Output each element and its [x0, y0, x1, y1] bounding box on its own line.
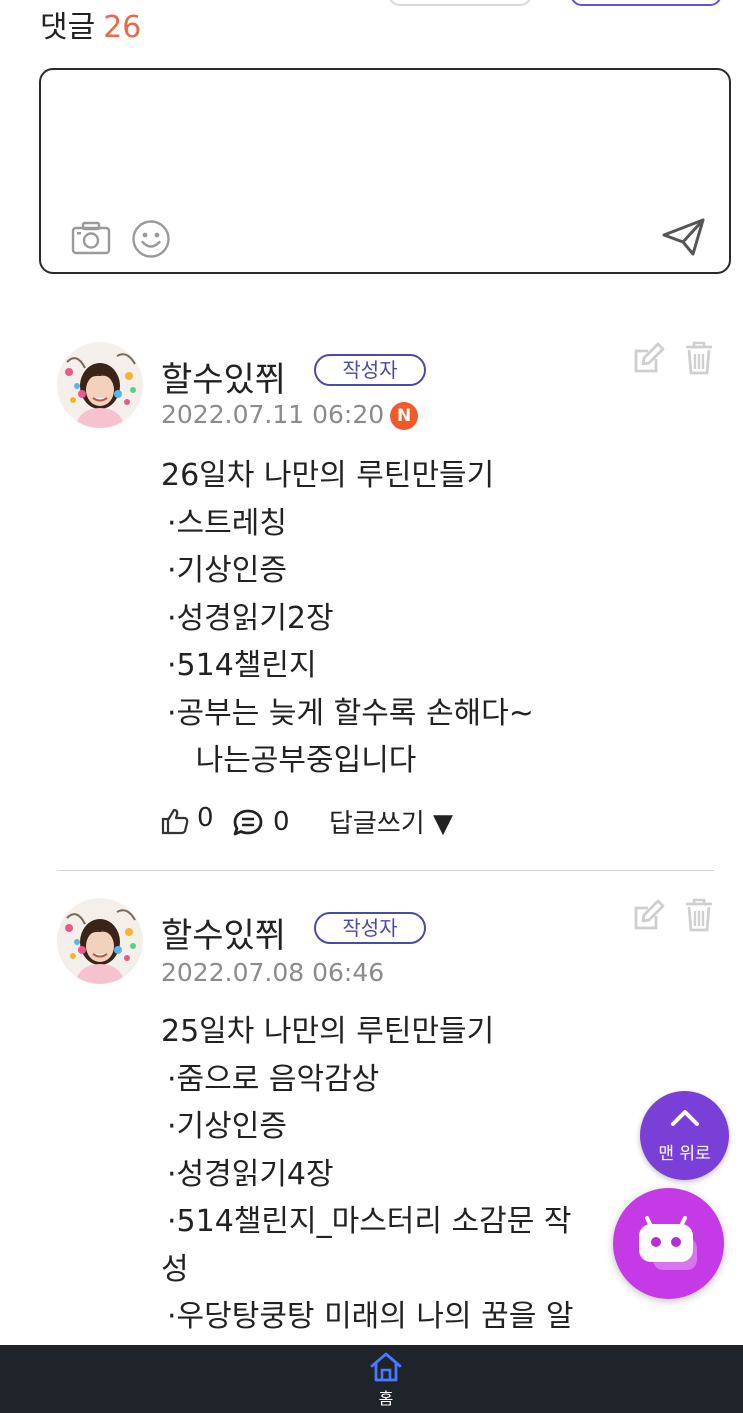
comment-nickname[interactable]: 할수있쮜 — [161, 352, 286, 401]
comment-line: ·514챌린지 — [167, 648, 317, 683]
comment-line: ·줌으로 음악감상 — [167, 1061, 380, 1097]
comment-line: ·성경읽기4장 — [167, 1156, 334, 1192]
emoji-icon[interactable] — [131, 219, 171, 263]
comment-input[interactable] — [57, 84, 711, 218]
comment-body: 25일차 나만의 루틴만들기 ·줌으로 음악감상 ·기상인증 ·성경읽기4장 ·… — [161, 1008, 573, 1341]
comment-line: 26일차 나만의 루틴만들기 — [161, 458, 495, 493]
edit-icon[interactable] — [631, 342, 665, 380]
like-count: 0 — [197, 803, 214, 833]
comment-line: 나는공부중입니다 — [167, 743, 417, 778]
robot-icon — [633, 1210, 705, 1280]
author-badge: 작성자 — [314, 354, 426, 386]
sort-button-partial[interactable] — [388, 0, 532, 6]
comment-line: ·기상인증 — [167, 553, 287, 588]
comments-count: 26 — [103, 10, 142, 45]
comment-line: ·기상인증 — [167, 1109, 287, 1144]
comment-line: ·우당탕쿵탕 미래의 나의 꿈을 알 — [167, 1299, 574, 1334]
avatar[interactable] — [57, 898, 143, 984]
avatar[interactable] — [57, 342, 143, 428]
action-button-partial[interactable] — [570, 0, 722, 6]
comments-label: 댓글 — [40, 10, 96, 45]
chevron-up-icon — [668, 1105, 702, 1133]
like-icon[interactable] — [160, 806, 190, 843]
comment-line: 성 — [161, 1251, 189, 1287]
comment-line: ·공부는 늦게 할수록 손해다~ — [167, 695, 534, 731]
comment-line: ·성경읽기2장 — [167, 600, 334, 636]
home-icon — [369, 1351, 403, 1387]
comment-line: 25일차 나만의 루틴만들기 — [161, 1014, 495, 1049]
new-badge: N — [390, 402, 419, 430]
comment-count-header: 댓글 26 — [40, 2, 141, 46]
comment-nickname[interactable]: 할수있쮜 — [161, 908, 286, 957]
bottom-nav: 홈 — [0, 1345, 743, 1413]
edit-icon[interactable] — [631, 899, 665, 937]
comment-date: 2022.07.11 06:20 N — [161, 400, 419, 430]
reply-write-button[interactable]: 답글쓰기 ▼ — [329, 803, 453, 840]
nav-home-tab[interactable]: 홈 — [356, 1345, 416, 1413]
trash-icon[interactable] — [684, 340, 714, 380]
reply-count: 0 — [273, 807, 290, 837]
author-badge: 작성자 — [314, 912, 426, 944]
nav-home-label: 홈 — [378, 1389, 394, 1408]
comment-line: ·스트레칭 — [167, 505, 287, 541]
send-icon[interactable] — [661, 216, 707, 262]
comment-body: 26일차 나만의 루틴만들기 ·스트레칭 ·기상인증 ·성경읽기2장 ·514챌… — [161, 452, 534, 785]
comment-divider — [57, 870, 714, 871]
comment-line: ·514챌린지_마스터리 소감문 작 — [167, 1204, 572, 1239]
comment-date-text: 2022.07.11 06:20 — [161, 400, 385, 429]
comment-date: 2022.07.08 06:46 — [161, 958, 385, 987]
scroll-to-top-button[interactable]: 맨 위로 — [640, 1091, 729, 1180]
camera-icon[interactable] — [71, 220, 111, 260]
trash-icon[interactable] — [684, 897, 714, 937]
scroll-to-top-label: 맨 위로 — [658, 1144, 711, 1164]
comment-input-box[interactable] — [39, 68, 731, 274]
chatbot-button[interactable] — [613, 1188, 724, 1299]
reply-count-icon[interactable] — [232, 808, 264, 845]
